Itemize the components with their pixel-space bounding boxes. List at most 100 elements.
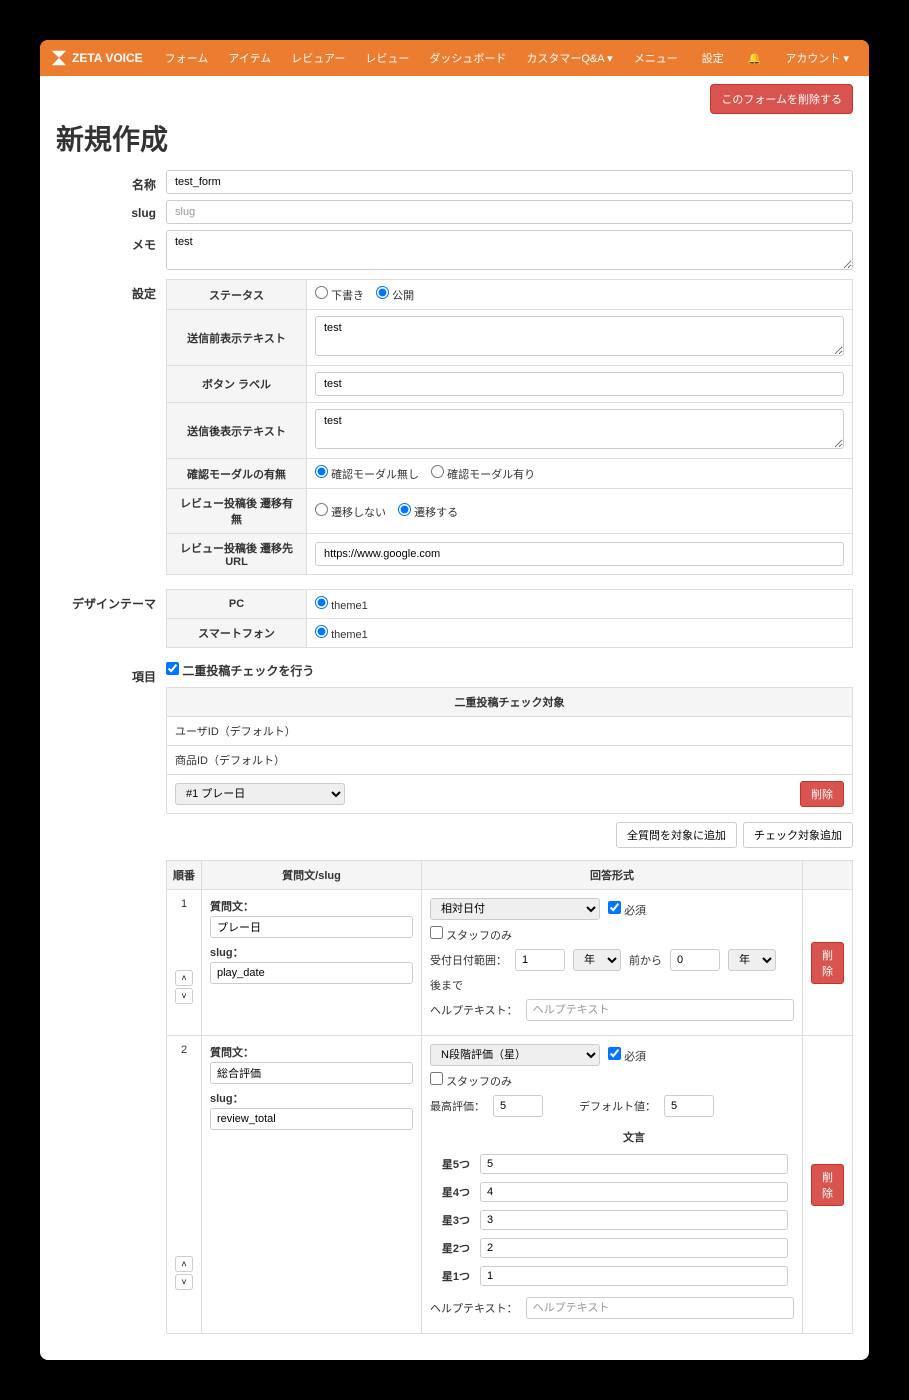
add-check-target-button[interactable]: チェック対象追加 — [743, 822, 853, 848]
confirmmodal-label: 確認モーダルの有無 — [167, 459, 307, 489]
settings-label: 設定 — [56, 279, 166, 575]
add-all-questions-button[interactable]: 全質問を対象に追加 — [616, 822, 737, 848]
star4-label: 星4つ — [432, 1179, 474, 1205]
star5-input[interactable] — [480, 1154, 788, 1174]
brand-logo[interactable]: ZETA VOICE — [50, 49, 143, 67]
q2-max-label: 最高評価： — [430, 1098, 485, 1114]
q2-help-input[interactable] — [526, 1297, 794, 1319]
dup-check-checkbox[interactable]: 二重投稿チェックを行う — [166, 664, 314, 678]
star3-input[interactable] — [480, 1210, 788, 1230]
buttonlabel-label: ボタン ラベル — [167, 366, 307, 403]
dup-delete-button[interactable]: 削除 — [800, 781, 844, 807]
redirect-yes-option[interactable]: 遷移する — [398, 503, 458, 520]
pretext-label: 送信前表示テキスト — [167, 310, 307, 366]
page-title: 新規作成 — [56, 118, 853, 158]
dup-target-select[interactable]: #1 プレー日 — [175, 783, 345, 805]
nav-settings[interactable]: 設定 — [692, 42, 734, 74]
q2-default-input[interactable] — [664, 1095, 714, 1117]
question-text-label: 質問文： — [210, 898, 413, 914]
buttonlabel-input[interactable] — [315, 372, 844, 396]
q1-range-label: 受付日付範囲： — [430, 952, 507, 968]
nav-item[interactable]: アイテム — [218, 42, 281, 74]
q2-slug-input[interactable] — [210, 1108, 413, 1130]
question-row: 1 ˄ ˅ 質問文： slug： — [167, 890, 853, 1036]
q2-question-input[interactable] — [210, 1062, 413, 1084]
pc-theme-label: PC — [167, 590, 307, 619]
logo-icon — [50, 49, 68, 67]
wording-header: 文言 — [476, 1125, 792, 1149]
q1-required-checkbox[interactable]: 必須 — [608, 901, 646, 918]
chevron-down-icon: ▾ — [607, 53, 613, 65]
status-draft-option[interactable]: 下書き — [315, 286, 364, 303]
nav-customerqa[interactable]: カスタマーQ&A ▾ — [516, 42, 622, 74]
sp-theme1-option[interactable]: theme1 — [315, 629, 368, 641]
pc-theme1-option[interactable]: theme1 — [315, 600, 368, 612]
move-up-button[interactable]: ˄ — [175, 1256, 193, 1272]
dup-product-id-row: 商品ID（デフォルト） — [167, 746, 853, 775]
q1-from-label: 前から — [629, 952, 662, 968]
q2-max-input[interactable] — [493, 1095, 543, 1117]
brand-text: ZETA VOICE — [72, 51, 143, 65]
confirmmodal-no-option[interactable]: 確認モーダル無し — [315, 465, 419, 482]
content: このフォームを削除する 新規作成 名称 slug メモ test 設定 ステータ… — [40, 76, 869, 1360]
star4-input[interactable] — [480, 1182, 788, 1202]
name-label: 名称 — [56, 170, 166, 194]
question-text-label: 質問文： — [210, 1044, 413, 1060]
slug-label: slug — [56, 200, 166, 224]
q2-order: 2 — [175, 1044, 193, 1056]
q1-staffonly-checkbox[interactable]: スタッフのみ — [430, 926, 512, 943]
q1-help-input[interactable] — [526, 999, 794, 1021]
move-down-button[interactable]: ˅ — [175, 1274, 193, 1290]
qh-question: 質問文/slug — [202, 861, 422, 890]
q1-to-label: 後まで — [430, 977, 794, 993]
nav-review[interactable]: レビュー — [355, 42, 419, 74]
confirmmodal-yes-option[interactable]: 確認モーダル有り — [431, 465, 535, 482]
star1-label: 星1つ — [432, 1263, 474, 1289]
q1-range-to-input[interactable] — [670, 949, 720, 971]
nav-form[interactable]: フォーム — [155, 42, 219, 74]
q2-type-select[interactable]: N段階評価（星） — [430, 1044, 600, 1066]
name-input[interactable] — [166, 170, 853, 194]
q2-help-label: ヘルプテキスト： — [430, 1300, 518, 1316]
status-label: ステータス — [167, 280, 307, 310]
q2-staffonly-checkbox[interactable]: スタッフのみ — [430, 1072, 512, 1089]
redirecturl-label: レビュー投稿後 遷移先URL — [167, 534, 307, 575]
star2-label: 星2つ — [432, 1235, 474, 1261]
slug-input[interactable] — [166, 200, 853, 224]
q1-type-select[interactable]: 相対日付 — [430, 898, 600, 920]
q1-unit-from-select[interactable]: 年 — [573, 949, 621, 971]
q1-slug-input[interactable] — [210, 962, 413, 984]
move-up-button[interactable]: ˄ — [175, 970, 193, 986]
redirect-no-option[interactable]: 遷移しない — [315, 503, 386, 520]
nav-account[interactable]: アカウント ▾ — [775, 42, 859, 74]
status-public-option[interactable]: 公開 — [376, 286, 414, 303]
design-label: デザインテーマ — [56, 589, 166, 648]
nav-dashboard[interactable]: ダッシュボード — [419, 42, 516, 74]
items-label: 項目 — [56, 662, 166, 1334]
delete-form-button[interactable]: このフォームを削除する — [710, 84, 853, 114]
posttext-textarea[interactable]: test — [315, 409, 844, 449]
redirecturl-input[interactable] — [315, 542, 844, 566]
q1-order: 1 — [175, 898, 193, 910]
memo-textarea[interactable]: test — [166, 230, 853, 270]
q1-unit-to-select[interactable]: 年 — [728, 949, 776, 971]
move-down-button[interactable]: ˅ — [175, 988, 193, 1004]
nav-reviewer[interactable]: レビュアー — [281, 42, 355, 74]
star-wording-table: 文言 星5つ 星4つ 星3つ 星2つ 星1つ — [430, 1123, 794, 1291]
q2-delete-button[interactable]: 削除 — [811, 1164, 844, 1206]
nav-right: メニュー 設定 🔔 アカウント ▾ — [624, 42, 859, 74]
pretext-textarea[interactable]: test — [315, 316, 844, 356]
nav-menu[interactable]: メニュー — [624, 42, 688, 74]
dup-target-table: 二重投稿チェック対象 ユーザID（デフォルト） 商品ID（デフォルト） #1 プ… — [166, 687, 853, 814]
q1-question-input[interactable] — [210, 916, 413, 938]
memo-label: メモ — [56, 230, 166, 273]
q1-range-from-input[interactable] — [515, 949, 565, 971]
dup-user-id-row: ユーザID（デフォルト） — [167, 717, 853, 746]
bell-icon[interactable]: 🔔 — [738, 44, 772, 73]
sp-theme-label: スマートフォン — [167, 619, 307, 648]
star1-input[interactable] — [480, 1266, 788, 1286]
q2-required-checkbox[interactable]: 必須 — [608, 1047, 646, 1064]
posttext-label: 送信後表示テキスト — [167, 403, 307, 459]
star2-input[interactable] — [480, 1238, 788, 1258]
q1-delete-button[interactable]: 削除 — [811, 942, 844, 984]
